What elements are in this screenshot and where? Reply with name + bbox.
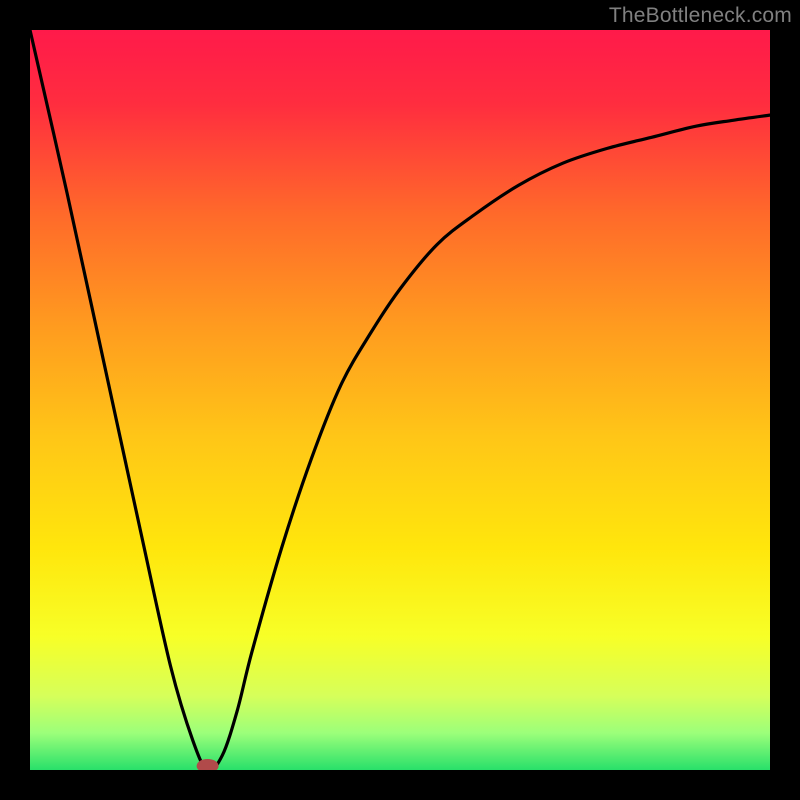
watermark-text: TheBottleneck.com <box>609 4 792 28</box>
chart-svg <box>30 30 770 770</box>
plot-area <box>30 30 770 770</box>
gradient-background <box>30 30 770 770</box>
chart-frame: TheBottleneck.com <box>0 0 800 800</box>
